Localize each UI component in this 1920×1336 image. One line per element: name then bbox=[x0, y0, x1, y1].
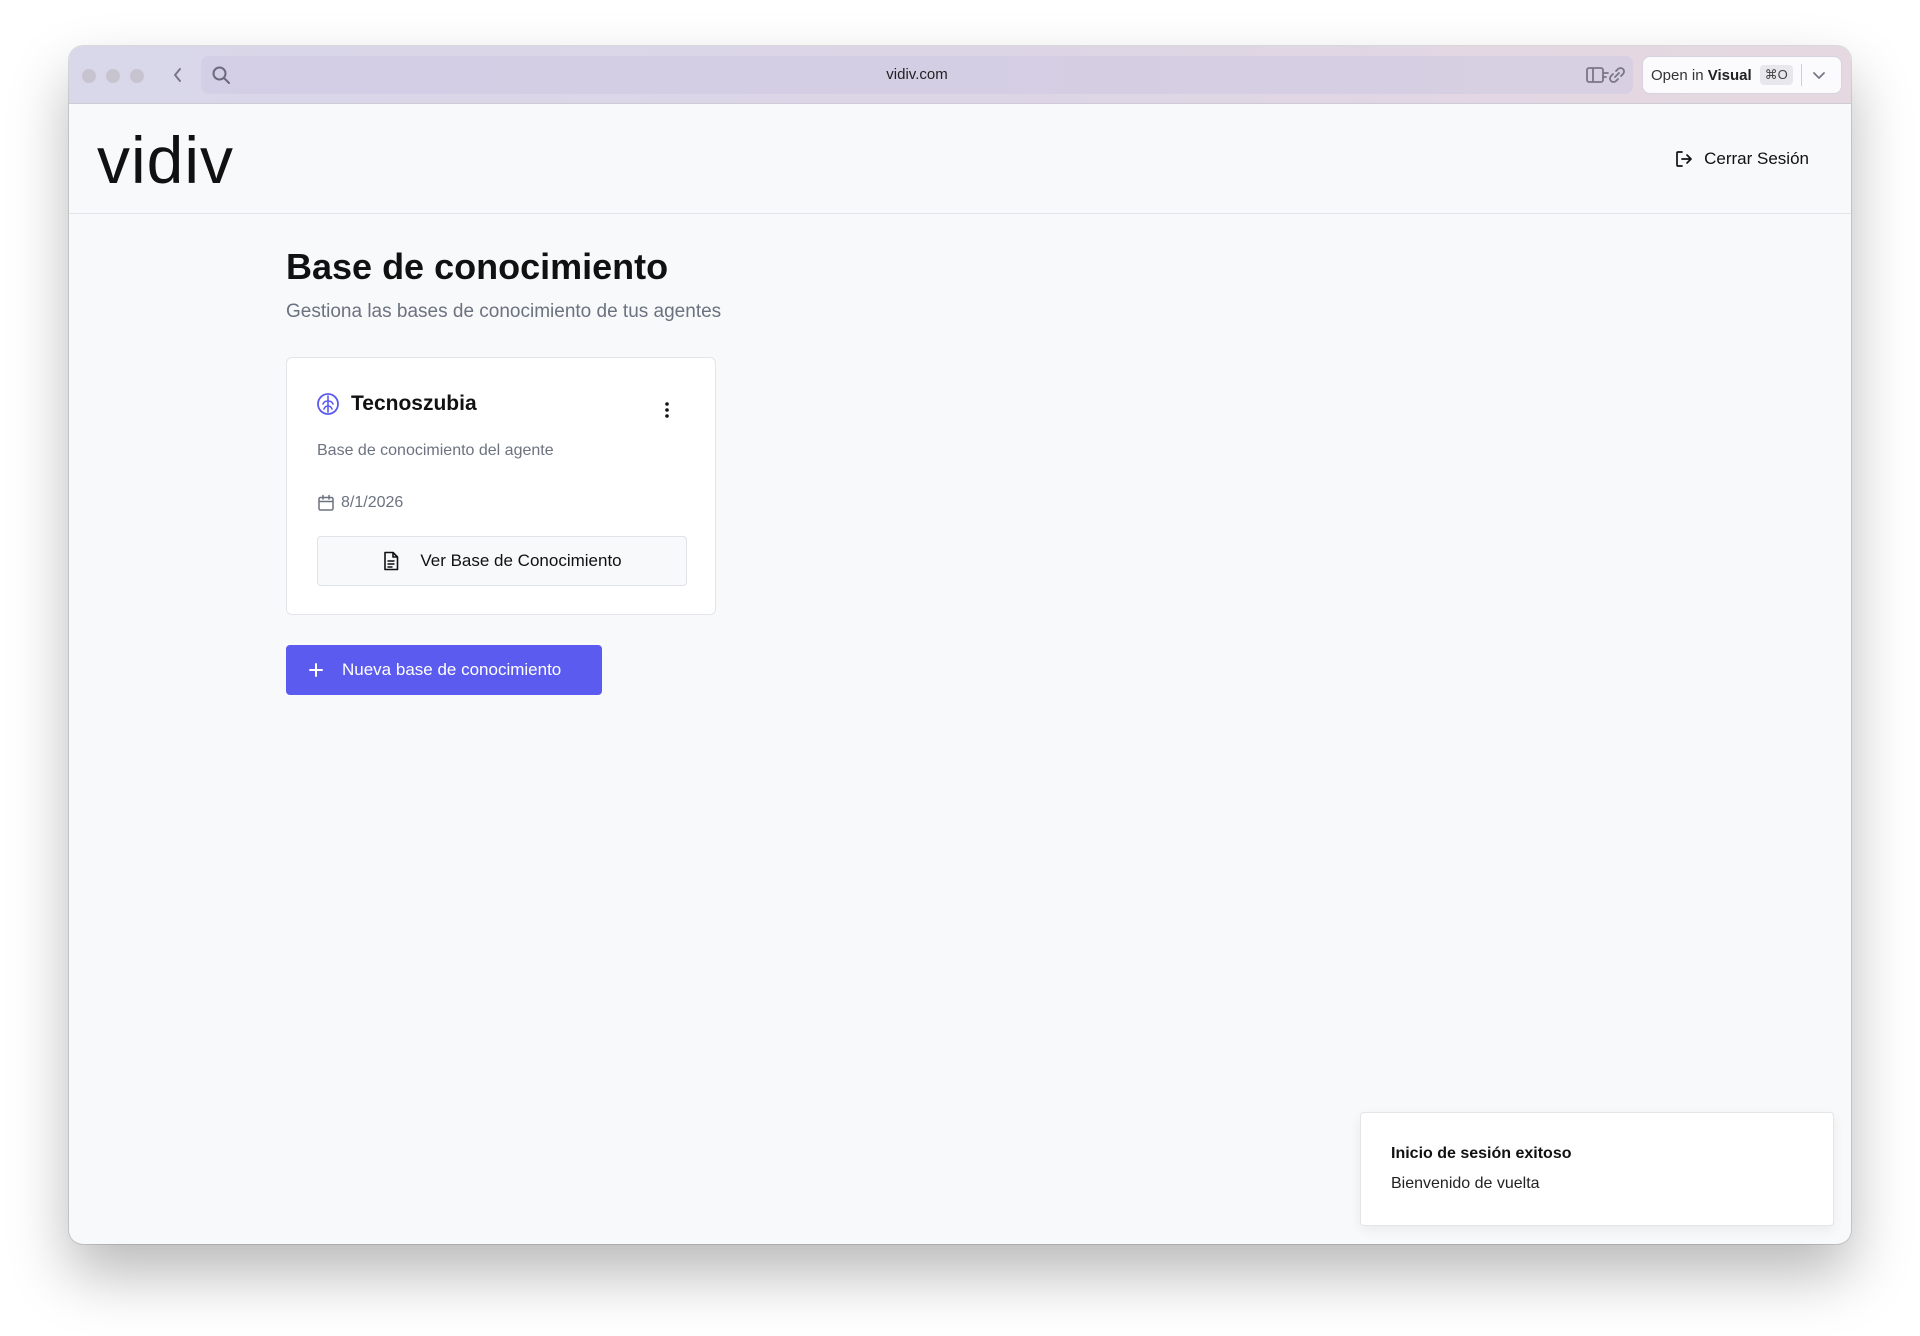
calendar-icon bbox=[318, 494, 334, 511]
document-icon bbox=[384, 551, 399, 571]
browser-window: vidiv.com Open in Visual ⌘O vidiv Cerrar… bbox=[69, 46, 1851, 1244]
brain-icon bbox=[317, 393, 339, 415]
new-button-label: Nueva base de conocimiento bbox=[342, 660, 562, 679]
knowledge-base-name: Tecnoszubia bbox=[351, 392, 477, 415]
browser-titlebar: vidiv.com Open in Visual ⌘O bbox=[69, 46, 1851, 104]
date-label: 8/1/2026 bbox=[341, 494, 404, 511]
open-in-label: Open in bbox=[1651, 66, 1708, 84]
logout-label: Cerrar Sesión bbox=[1704, 149, 1809, 168]
knowledge-base-description: Base de conocimiento del agente bbox=[317, 442, 554, 459]
shortcut-badge: ⌘O bbox=[1759, 65, 1793, 85]
address-bar[interactable]: vidiv.com bbox=[201, 56, 1633, 94]
knowledge-base-date: 8/1/2026 bbox=[317, 494, 403, 512]
open-in-dropdown[interactable] bbox=[1812, 70, 1826, 80]
view-knowledge-base-button[interactable]: Ver Base de Conocimiento bbox=[317, 536, 687, 586]
page-title: Base de conocimiento bbox=[286, 246, 669, 287]
view-button-label: Ver Base de Conocimiento bbox=[420, 551, 622, 570]
link-icon[interactable] bbox=[1607, 65, 1627, 85]
new-knowledge-base-button[interactable]: Nueva base de conocimiento bbox=[286, 645, 602, 695]
open-in-visual-button[interactable]: Open in Visual ⌘O bbox=[1642, 56, 1842, 94]
minimize-window-button[interactable] bbox=[106, 69, 120, 83]
zoom-window-button[interactable] bbox=[130, 69, 144, 83]
card-menu-button[interactable] bbox=[657, 398, 677, 422]
logout-icon bbox=[1676, 151, 1692, 167]
vidiv-logo[interactable]: vidiv bbox=[97, 122, 234, 198]
toast-title: Inicio de sesión exitoso bbox=[1391, 1145, 1572, 1162]
plus-icon bbox=[309, 663, 323, 677]
page-subtitle: Gestiona las bases de conocimiento de tu… bbox=[286, 301, 722, 322]
toast-description: Bienvenido de vuelta bbox=[1391, 1175, 1540, 1192]
divider bbox=[1800, 64, 1802, 86]
logout-button[interactable]: Cerrar Sesión bbox=[1674, 144, 1809, 174]
toast-notification[interactable]: Inicio de sesión exitoso Bienvenido de v… bbox=[1360, 1112, 1834, 1226]
url-text: vidiv.com bbox=[886, 66, 948, 83]
chevron-left-icon bbox=[174, 68, 181, 82]
more-vertical-icon bbox=[665, 402, 669, 418]
app-header: vidiv Cerrar Sesión bbox=[69, 104, 1851, 214]
back-button[interactable] bbox=[165, 62, 191, 88]
open-in-app-label: Visual bbox=[1707, 66, 1752, 84]
close-window-button[interactable] bbox=[82, 69, 96, 83]
chevron-down-icon bbox=[1812, 72, 1825, 79]
knowledge-base-card: Tecnoszubia Base de conocimiento del age… bbox=[286, 357, 716, 615]
